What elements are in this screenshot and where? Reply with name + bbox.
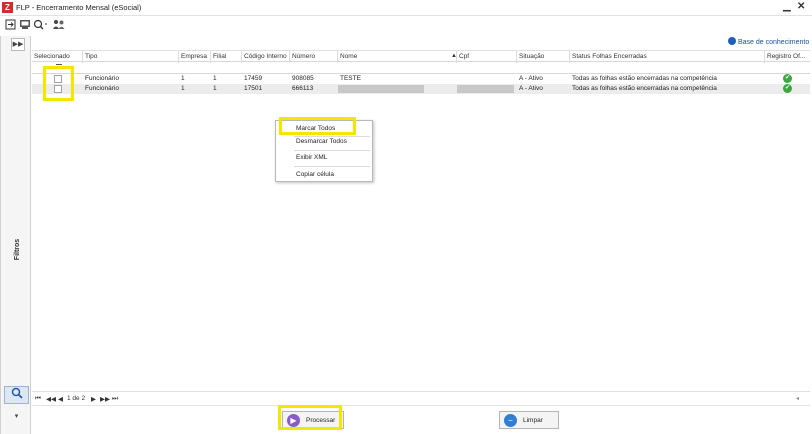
knowledge-base-link[interactable]: Base de conhecimento — [728, 37, 809, 46]
pager: ⏮ ◀◀ ◀ 1 de 2 ▶ ▶▶ ⏭ ◂ — [32, 391, 810, 405]
prev-page-button[interactable]: ◀ — [58, 395, 63, 403]
knowledge-base-label: Base de conhecimento — [738, 39, 810, 46]
cell-numero: 666113 — [292, 85, 314, 92]
report-icon[interactable] — [19, 19, 31, 31]
cell-tipo: Funcionário — [85, 75, 119, 82]
column-filial[interactable]: Filial — [213, 53, 226, 60]
cell-codigo: 17501 — [244, 85, 263, 92]
cell-filial: 1 — [213, 75, 217, 82]
first-page-button[interactable]: ⏮ — [35, 395, 41, 403]
cell-status: Todas as folhas estão encerradas na comp… — [572, 75, 717, 82]
search-icon — [11, 387, 23, 399]
menu-item-exibir-xml[interactable]: Exibir XML — [296, 154, 327, 161]
menu-item-copiar-celula[interactable]: Copiar célula — [296, 171, 334, 178]
column-selecionado[interactable]: Selecionado — [34, 53, 70, 60]
last-page-button[interactable]: ⏭ — [112, 395, 118, 403]
limpar-label: Limpar — [523, 417, 543, 424]
cell-situacao: A - Ativo — [519, 75, 543, 82]
cell-empresa: 1 — [181, 75, 185, 82]
cell-situacao: A - Ativo — [519, 85, 543, 92]
column-codigo-interno[interactable]: Código Interno — [244, 53, 287, 60]
menu-item-desmarcar-todos[interactable]: Desmarcar Todos — [296, 138, 347, 145]
column-numero[interactable]: Número — [292, 53, 315, 60]
column-tipo[interactable]: Tipo — [85, 53, 97, 60]
check-circle-icon: ✔ — [783, 84, 792, 93]
cell-nome: TESTE — [340, 75, 361, 82]
grid-header: Selecionado Tipo Empresa Filial Código I… — [32, 50, 810, 63]
app-logo-icon: Z — [2, 2, 13, 13]
next-page-button[interactable]: ▶ — [91, 395, 96, 403]
column-nome[interactable]: Nome — [340, 53, 357, 60]
toolbar — [0, 16, 812, 34]
exit-icon[interactable] — [4, 19, 16, 31]
check-circle-icon: ✔ — [783, 74, 792, 83]
column-situacao[interactable]: Situação — [519, 53, 544, 60]
cell-status: Todas as folhas estão encerradas na comp… — [572, 85, 717, 92]
cell-codigo: 17459 — [244, 75, 263, 82]
processar-highlight — [278, 405, 342, 430]
marcar-todos-highlight — [279, 117, 356, 135]
grid-filter-row — [32, 62, 810, 74]
column-cpf[interactable]: Cpf — [459, 53, 469, 60]
filter-search-button[interactable] — [4, 386, 29, 404]
cell-tipo: Funcionário — [85, 85, 119, 92]
prev-fast-button[interactable]: ◀◀ — [46, 395, 56, 403]
limpar-button[interactable]: − Limpar — [499, 411, 559, 429]
search-dropdown-icon[interactable] — [33, 19, 49, 31]
filters-label[interactable]: Filtros — [14, 239, 21, 260]
redacted-name — [338, 85, 424, 93]
column-status-folhas[interactable]: Status Folhas Encerradas — [572, 53, 647, 60]
page-indicator: 1 de 2 — [67, 395, 86, 402]
minimize-button[interactable]: ▁ — [783, 1, 791, 12]
redacted-cpf — [457, 85, 514, 93]
checkbox-highlight — [43, 66, 74, 101]
expand-panel-button[interactable]: ▶▶ — [11, 38, 25, 51]
cell-numero: 908085 — [292, 75, 314, 82]
action-bar: ▶ Processar − Limpar — [32, 405, 810, 434]
clear-icon: − — [504, 414, 517, 427]
info-icon — [728, 37, 736, 45]
column-empresa[interactable]: Empresa — [181, 53, 207, 60]
table-row[interactable]: Funcionário 1 1 17501 666113 A - Ativo T… — [32, 84, 810, 94]
table-row[interactable]: Funcionário 1 1 17459 908085 TESTE A - A… — [32, 74, 810, 84]
next-fast-button[interactable]: ▶▶ — [100, 395, 110, 403]
employees-grid: Selecionado Tipo Empresa Filial Código I… — [32, 50, 810, 94]
title-bar: Z FLP - Encerramento Mensal (eSocial) ▁ … — [0, 0, 812, 16]
scroll-end-icon[interactable]: ◂ — [796, 395, 799, 402]
close-button[interactable]: ✕ — [797, 1, 805, 12]
window-title: FLP - Encerramento Mensal (eSocial) — [16, 3, 142, 12]
cell-filial: 1 — [213, 85, 217, 92]
cell-empresa: 1 — [181, 85, 185, 92]
chevron-down-icon[interactable]: ▾ — [4, 410, 29, 424]
users-icon[interactable] — [52, 19, 66, 31]
filters-panel: ▶▶ Filtros ▾ — [0, 36, 31, 434]
column-registro[interactable]: Registro Of... — [767, 53, 805, 60]
